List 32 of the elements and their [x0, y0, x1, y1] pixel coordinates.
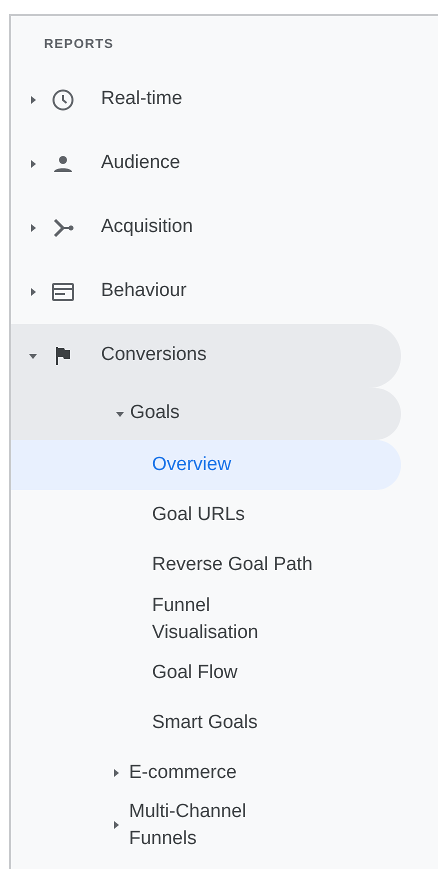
caret-icon[interactable] [29, 224, 37, 232]
caret-icon[interactable] [29, 96, 37, 104]
nav-item[interactable]: Audience [11, 132, 401, 196]
nav-label: Conversions [101, 343, 207, 368]
nav-item[interactable]: Acquisition [11, 196, 401, 260]
section-title: REPORTS [43, 35, 115, 53]
nav-item[interactable]: Conversions [11, 324, 401, 388]
caret-icon[interactable] [29, 160, 37, 168]
nav-subitem[interactable]: E-commerce [11, 748, 401, 798]
nav-leaf[interactable]: Goal URLs [11, 490, 401, 540]
nav-leaf[interactable]: Funnel Visualisation [11, 590, 401, 648]
nav-subitem[interactable]: Goals [11, 388, 401, 440]
nav-leaf[interactable]: Goal Flow [11, 648, 401, 698]
nav-leaf[interactable]: Smart Goals [11, 698, 401, 748]
caret-icon[interactable] [116, 410, 124, 418]
nav-label: E-commerce [129, 761, 238, 785]
nav-label: Real-time [101, 87, 182, 112]
clock-icon [51, 88, 75, 112]
nav-leaf[interactable]: Reverse Goal Path [11, 540, 401, 590]
nav-label: Goals [130, 401, 180, 426]
nav-label: Acquisition [101, 215, 193, 240]
nav-label: Audience [101, 151, 180, 176]
nav-leaf[interactable]: Overview [11, 440, 401, 490]
caret-icon[interactable] [29, 288, 37, 296]
nav-label: Behaviour [101, 279, 187, 304]
caret-icon[interactable] [112, 768, 120, 776]
nav-item[interactable]: Real-time [11, 68, 401, 132]
nav-item[interactable]: Behaviour [11, 260, 401, 324]
caret-icon[interactable] [112, 820, 120, 828]
nav-label: Multi-Channel Funnels [129, 800, 248, 850]
caret-icon[interactable] [29, 352, 37, 360]
nav-subitem[interactable]: Multi-Channel Funnels [11, 798, 401, 852]
